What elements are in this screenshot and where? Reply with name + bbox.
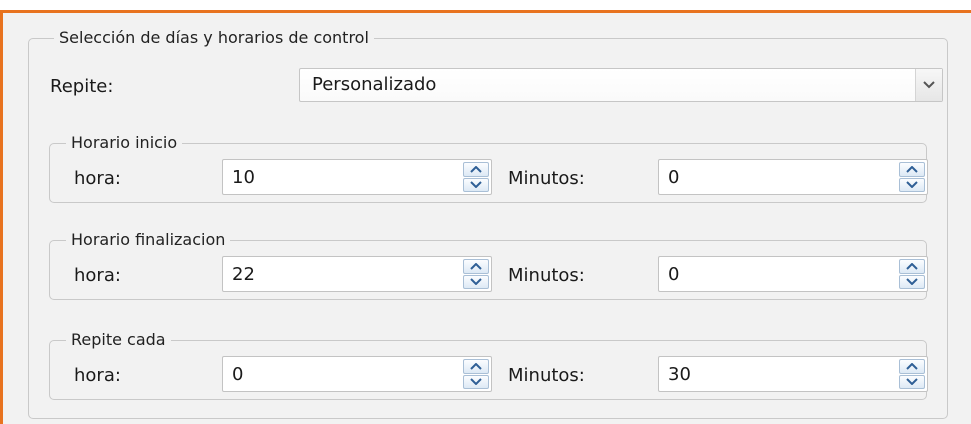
start-minutes-value: 0 bbox=[668, 167, 680, 188]
end-time-title: Horario finalizacion bbox=[66, 230, 231, 250]
end-hour-value: 22 bbox=[232, 264, 255, 285]
start-time-title: Horario inicio bbox=[66, 133, 183, 153]
repeat-hour-value: 0 bbox=[232, 364, 244, 385]
arrow-down-icon[interactable] bbox=[899, 374, 925, 389]
arrow-down-icon[interactable] bbox=[463, 274, 489, 289]
arrow-down-icon[interactable] bbox=[463, 177, 489, 192]
end-time-groupbox: Horario finalizacion hora: 22 Minutos: 0 bbox=[49, 230, 928, 300]
end-minutes-value: 0 bbox=[668, 264, 680, 285]
repeat-minutes-label: Minutos: bbox=[508, 365, 585, 386]
start-hour-label: hora: bbox=[74, 168, 121, 189]
dialog-window: Selección de días y horarios de control … bbox=[0, 10, 971, 424]
start-time-groupbox: Horario inicio hora: 10 Minutos: 0 bbox=[49, 133, 928, 203]
arrow-up-icon[interactable] bbox=[899, 359, 925, 374]
repeat-label: Repite: bbox=[50, 76, 114, 97]
schedule-groupbox: Selección de días y horarios de control … bbox=[28, 28, 948, 419]
repeat-hour-label: hora: bbox=[74, 365, 121, 386]
arrow-up-icon[interactable] bbox=[463, 359, 489, 374]
end-hour-label: hora: bbox=[74, 265, 121, 286]
end-minutes-label: Minutos: bbox=[508, 265, 585, 286]
end-minutes-spinbox[interactable]: 0 bbox=[658, 256, 928, 292]
arrow-up-icon[interactable] bbox=[899, 162, 925, 177]
repeat-select-value: Personalizado bbox=[312, 74, 437, 95]
start-hour-value: 10 bbox=[232, 167, 255, 188]
repeat-every-title: Repite cada bbox=[66, 330, 171, 350]
chevron-down-icon[interactable] bbox=[915, 69, 942, 101]
arrow-down-icon[interactable] bbox=[899, 177, 925, 192]
repeat-minutes-value: 30 bbox=[668, 364, 691, 385]
arrow-up-icon[interactable] bbox=[463, 259, 489, 274]
arrow-up-icon[interactable] bbox=[899, 259, 925, 274]
repeat-minutes-spinbox[interactable]: 30 bbox=[658, 356, 928, 392]
end-hour-spinbox[interactable]: 22 bbox=[222, 256, 492, 292]
start-minutes-spinbox[interactable]: 0 bbox=[658, 159, 928, 195]
schedule-groupbox-title: Selección de días y horarios de control bbox=[54, 28, 374, 48]
arrow-up-icon[interactable] bbox=[463, 162, 489, 177]
arrow-down-icon[interactable] bbox=[899, 274, 925, 289]
repeat-every-groupbox: Repite cada hora: 0 Minutos: 30 bbox=[49, 330, 928, 400]
repeat-hour-spinbox[interactable]: 0 bbox=[222, 356, 492, 392]
arrow-down-icon[interactable] bbox=[463, 374, 489, 389]
repeat-select[interactable]: Personalizado bbox=[299, 68, 943, 102]
start-minutes-label: Minutos: bbox=[508, 168, 585, 189]
start-hour-spinbox[interactable]: 10 bbox=[222, 159, 492, 195]
